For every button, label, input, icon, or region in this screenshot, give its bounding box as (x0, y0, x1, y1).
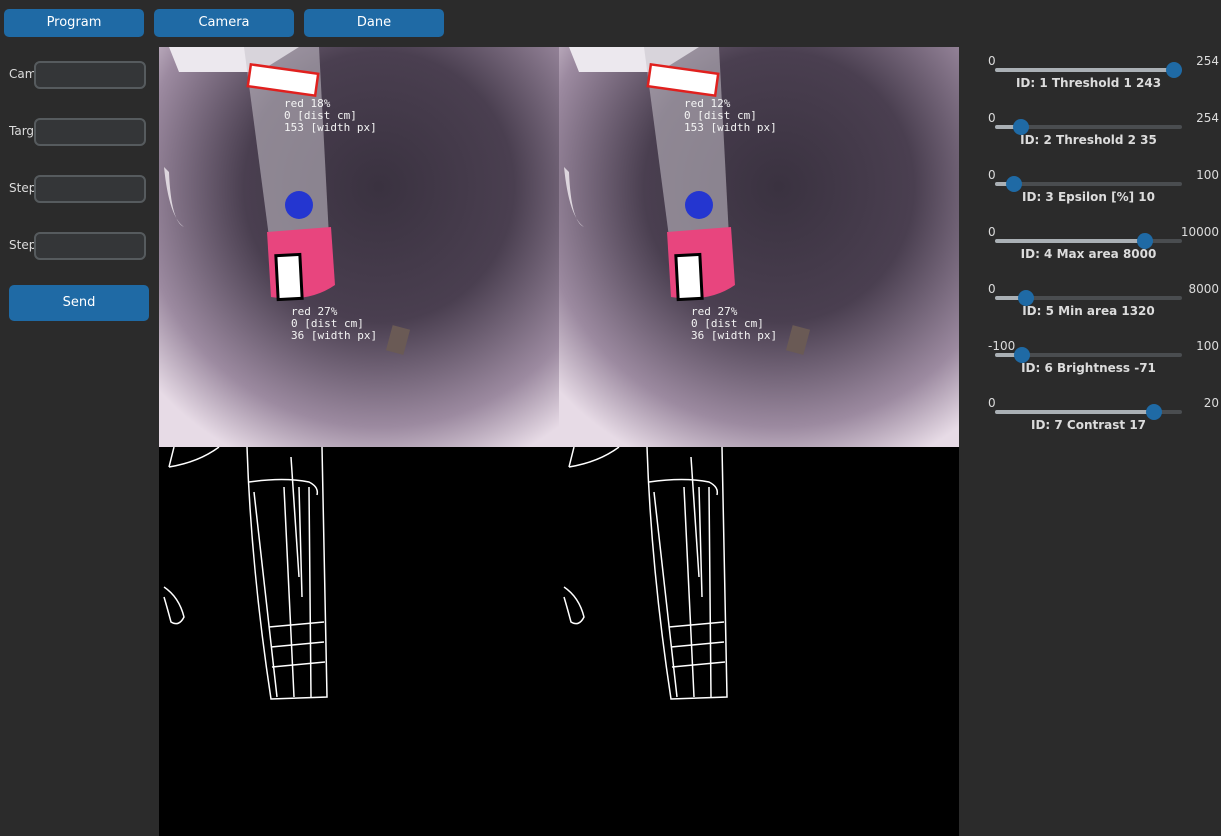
slider-max-value: 100 (1196, 339, 1219, 353)
slider-epsilon: 0 100 ID: 3 Epsilon [%] 10 (988, 168, 1220, 220)
slider-min-value: 0 (988, 225, 996, 239)
slider-max-value: 20 (1203, 396, 1219, 410)
target-input[interactable] (34, 118, 146, 146)
slider-track[interactable] (995, 119, 1182, 135)
slider-fill (995, 68, 1174, 72)
slider-label: ID: 7 Contrast 17 (1030, 418, 1147, 432)
step-input-1[interactable] (34, 175, 146, 203)
slider-label: ID: 5 Min area 1320 (1022, 304, 1155, 318)
slider-label: ID: 2 Threshold 2 35 (1020, 133, 1157, 147)
detection-label: red 27% 0 [dist cm] 36 [width px] (691, 305, 778, 342)
slider-label: ID: 3 Epsilon [%] 10 (1022, 190, 1155, 204)
camera-frame-left: red 18% 0 [dist cm] 153 [width px] red 2… (159, 47, 559, 447)
detection-label: red 27% 0 [dist cm] 36 [width px] (291, 305, 378, 342)
target-label: Targ (9, 124, 35, 138)
send-button[interactable]: Send (9, 285, 149, 321)
slider-min-value: 0 (988, 282, 996, 296)
slider-max-area: 0 10000 ID: 4 Max area 8000 (988, 225, 1220, 277)
slider-fill (995, 239, 1145, 243)
slider-max-value: 254 (1196, 111, 1219, 125)
detection-label: red 18% 0 [dist cm] 153 [width px] (284, 97, 377, 134)
slider-track[interactable] (995, 62, 1182, 78)
slider-track[interactable] (995, 233, 1182, 249)
app-window: Program Camera Dane Cam Targ Step Step S… (0, 0, 1221, 836)
slider-label: ID: 4 Max area 8000 (1020, 247, 1157, 261)
slider-min-area: 0 8000 ID: 5 Min area 1320 (988, 282, 1220, 334)
slider-brightness: -100 100 ID: 6 Brightness -71 (988, 339, 1220, 391)
camera-view: red 18% 0 [dist cm] 153 [width px] red 2… (159, 47, 959, 836)
slider-min-value: 0 (988, 54, 996, 68)
slider-max-value: 254 (1196, 54, 1219, 68)
step-label-1: Step (9, 181, 35, 195)
slider-fill (995, 410, 1154, 414)
slider-max-value: 8000 (1188, 282, 1219, 296)
camera-frame-right: red 12% 0 [dist cm] 153 [width px] red 2… (559, 47, 959, 447)
step-label-2: Step (9, 238, 35, 252)
edge-frame-right (559, 447, 959, 836)
detection-label: red 12% 0 [dist cm] 153 [width px] (684, 97, 777, 134)
slider-track[interactable] (995, 404, 1182, 420)
slider-threshold-1: 0 254 ID: 1 Threshold 1 243 (988, 54, 1220, 106)
slider-min-value: 0 (988, 396, 996, 410)
slider-threshold-2: 0 254 ID: 2 Threshold 2 35 (988, 111, 1220, 163)
slider-label: ID: 6 Brightness -71 (1021, 361, 1156, 375)
slider-track[interactable] (995, 290, 1182, 306)
tab-dane[interactable]: Dane (304, 9, 444, 37)
edge-frame-left (159, 447, 559, 836)
slider-max-value: 100 (1196, 168, 1219, 182)
slider-track[interactable] (995, 347, 1182, 363)
slider-min-value: -100 (988, 339, 1016, 353)
slider-contrast: 0 20 ID: 7 Contrast 17 (988, 396, 1220, 448)
slider-label: ID: 1 Threshold 1 243 (1015, 76, 1162, 90)
tab-camera[interactable]: Camera (154, 9, 294, 37)
cam-input[interactable] (34, 61, 146, 89)
tab-program[interactable]: Program (4, 9, 144, 37)
cam-label: Cam (9, 67, 35, 81)
slider-max-value: 10000 (1180, 225, 1219, 239)
step-input-2[interactable] (34, 232, 146, 260)
slider-track[interactable] (995, 176, 1182, 192)
slider-min-value: 0 (988, 168, 996, 182)
slider-min-value: 0 (988, 111, 996, 125)
